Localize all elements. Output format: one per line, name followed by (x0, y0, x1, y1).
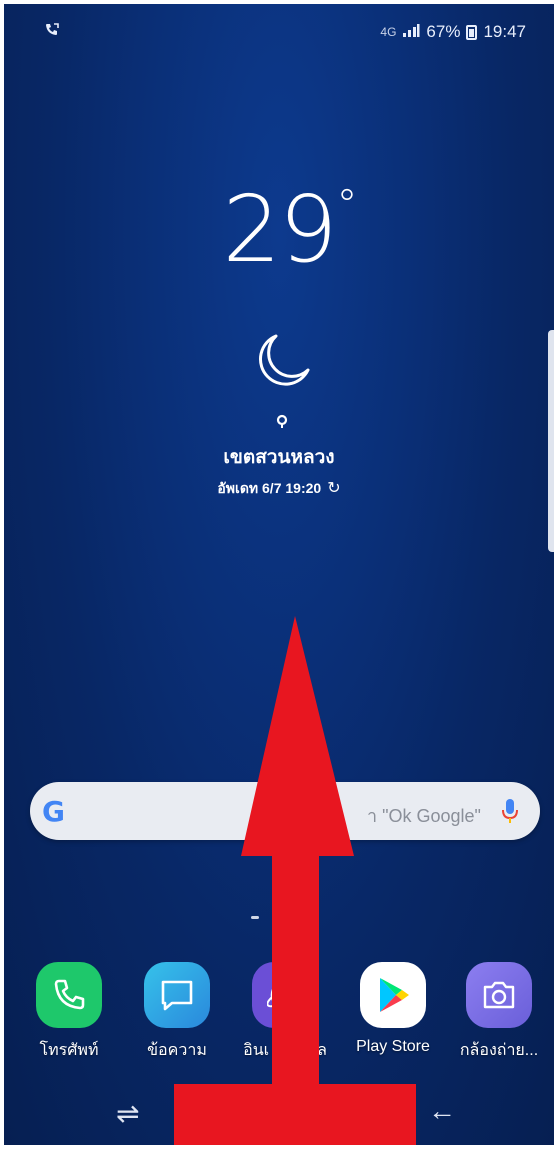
phone-icon (36, 962, 102, 1028)
app-dock: โทรศัพท์ ข้อความ อินเล Play Store กล้องถ… (4, 962, 554, 1072)
app-label: ข้อความ (147, 1042, 207, 1059)
back-icon[interactable]: ← (428, 1095, 456, 1127)
google-search-bar[interactable]: G า "Ok Google" (30, 782, 540, 840)
battery-percent: 67% (426, 22, 461, 41)
recent-apps-icon[interactable]: ⇌ (116, 1097, 139, 1130)
app-label: กล้องถ่าย... (459, 1042, 539, 1059)
app-internet[interactable]: อินเล (240, 962, 330, 1063)
camera-icon (466, 962, 532, 1028)
home-screen: 4G 67% 19:47 29 ° เขตสวนหลวง อัพเดท 6/7 1… (4, 4, 554, 1145)
location-pin-icon (275, 414, 289, 435)
clock: 19:47 (483, 22, 526, 41)
app-label: อินเล (243, 1042, 327, 1059)
temperature: 29 ° (222, 176, 357, 283)
google-logo-icon: G (42, 795, 65, 828)
microphone-icon[interactable] (502, 798, 518, 829)
crescent-moon-icon (252, 330, 314, 397)
edge-panel-handle[interactable] (548, 330, 554, 552)
navigation-bar: ⇌ ← (4, 1083, 554, 1145)
app-phone[interactable]: โทรศัพท์ (24, 962, 114, 1063)
battery-icon (466, 24, 478, 40)
signal-bars-icon (402, 22, 420, 42)
refresh-icon[interactable]: ↻ (327, 478, 340, 498)
page-indicator (251, 916, 259, 919)
app-messages[interactable]: ข้อความ (132, 962, 222, 1063)
network-type-indicator: 4G (380, 25, 397, 39)
weather-updated: อัพเดท 6/7 19:20 ↻ (217, 478, 341, 498)
app-label: โทรศัพท์ (39, 1042, 99, 1059)
app-camera[interactable]: กล้องถ่าย... (454, 962, 544, 1063)
app-play-store[interactable]: Play Store (348, 962, 438, 1056)
play-store-icon (360, 962, 426, 1028)
app-label: Play Store (356, 1038, 430, 1055)
call-forward-icon (44, 22, 60, 43)
weather-location: เขตสวนหลวง (223, 447, 335, 468)
internet-icon (252, 962, 318, 1028)
weather-widget[interactable]: 29 ° (4, 184, 554, 276)
search-hint: า "Ok Google" (367, 806, 481, 826)
status-bar: 4G 67% 19:47 (4, 4, 554, 60)
message-icon (144, 962, 210, 1028)
